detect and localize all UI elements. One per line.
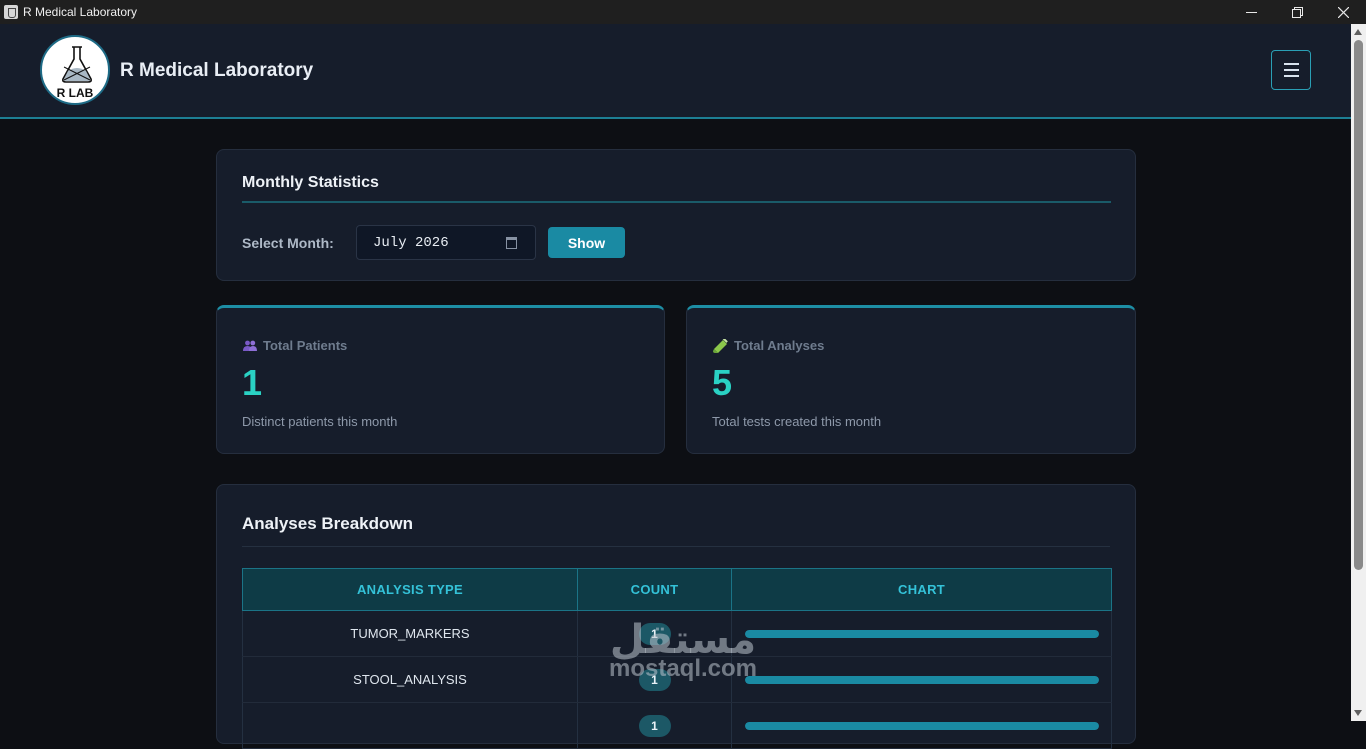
- count-cell: 1: [577, 610, 732, 657]
- select-month-label: Select Month:: [242, 235, 334, 251]
- total-patients-value: 1: [242, 362, 263, 403]
- breakdown-divider: [242, 546, 1110, 547]
- bar-track: [744, 675, 1099, 684]
- table-header-row: ANALYSIS TYPE COUNT CHART: [242, 568, 1112, 611]
- logo-text: R LAB: [56, 86, 94, 100]
- flask-icon: [62, 46, 92, 83]
- table-row[interactable]: TUMOR_MARKERS 1: [242, 610, 1112, 657]
- lab-logo[interactable]: R LAB: [40, 35, 110, 105]
- total-patients-label: Total Patients: [263, 338, 348, 353]
- monthly-statistics-card: Monthly Statistics Select Month: July 20…: [216, 149, 1136, 281]
- total-analyses-card: Total Analyses 5 Total tests created thi…: [686, 305, 1136, 454]
- minimize-icon[interactable]: [1228, 0, 1274, 24]
- table-row[interactable]: 1: [242, 702, 1112, 749]
- column-header-analysis-type[interactable]: ANALYSIS TYPE: [242, 568, 578, 611]
- month-picker-input[interactable]: July 2026: [356, 225, 536, 260]
- count-cell: 1: [577, 702, 732, 749]
- scrollbar-thumb[interactable]: [1354, 40, 1363, 570]
- bar-track: [744, 629, 1099, 638]
- count-cell: 1: [577, 656, 732, 703]
- analysis-type-cell: TUMOR_MARKERS: [242, 610, 578, 657]
- window-titlebar: R Medical Laboratory: [0, 0, 1366, 24]
- title-divider: [242, 201, 1111, 203]
- bar-fill: [744, 675, 1099, 684]
- analysis-type-cell: STOOL_ANALYSIS: [242, 656, 578, 703]
- bar-fill: [744, 721, 1099, 730]
- brand-name: R Medical Laboratory: [120, 60, 314, 81]
- chart-cell: [731, 702, 1112, 749]
- restore-icon[interactable]: [1274, 0, 1320, 24]
- total-patients-description: Distinct patients this month: [242, 414, 398, 429]
- app-header: R LAB R Medical Laboratory: [0, 24, 1351, 119]
- monthly-statistics-title: Monthly Statistics: [242, 174, 379, 191]
- chart-cell: [731, 610, 1112, 657]
- chart-cell: [731, 656, 1112, 703]
- test-tube-icon: [713, 338, 728, 353]
- people-icon: [243, 340, 257, 351]
- app-icon: [4, 5, 18, 19]
- window-controls: [1228, 0, 1366, 24]
- column-header-count[interactable]: COUNT: [577, 568, 732, 611]
- window-title: R Medical Laboratory: [23, 5, 138, 19]
- count-badge: 1: [638, 714, 671, 737]
- show-button[interactable]: Show: [548, 227, 625, 258]
- count-badge: 1: [638, 622, 671, 645]
- analyses-breakdown-card: Analyses Breakdown ANALYSIS TYPE COUNT C…: [216, 484, 1136, 749]
- total-analyses-header: Total Analyses: [713, 338, 824, 353]
- hamburger-menu-button[interactable]: [1271, 50, 1311, 90]
- bar-fill: [744, 629, 1099, 638]
- bar-track: [744, 721, 1099, 730]
- column-header-chart[interactable]: CHART: [731, 568, 1112, 611]
- total-analyses-description: Total tests created this month: [712, 414, 882, 429]
- scroll-down-icon[interactable]: [1354, 710, 1362, 716]
- scroll-up-icon[interactable]: [1354, 29, 1362, 35]
- close-icon[interactable]: [1320, 0, 1366, 24]
- total-analyses-label: Total Analyses: [734, 338, 825, 353]
- count-badge: 1: [638, 668, 671, 691]
- total-patients-header: Total Patients: [243, 338, 347, 353]
- vertical-scrollbar[interactable]: [1351, 24, 1366, 721]
- total-patients-card: Total Patients 1 Distinct patients this …: [216, 305, 665, 454]
- analyses-breakdown-title: Analyses Breakdown: [242, 514, 414, 533]
- calendar-icon[interactable]: [506, 237, 517, 249]
- analysis-type-cell: [242, 702, 578, 749]
- month-value: July 2026: [373, 234, 449, 251]
- total-analyses-value: 5: [712, 362, 733, 403]
- table-row[interactable]: STOOL_ANALYSIS 1: [242, 656, 1112, 703]
- analyses-breakdown-table: ANALYSIS TYPE COUNT CHART TUMOR_MARKERS …: [242, 568, 1112, 749]
